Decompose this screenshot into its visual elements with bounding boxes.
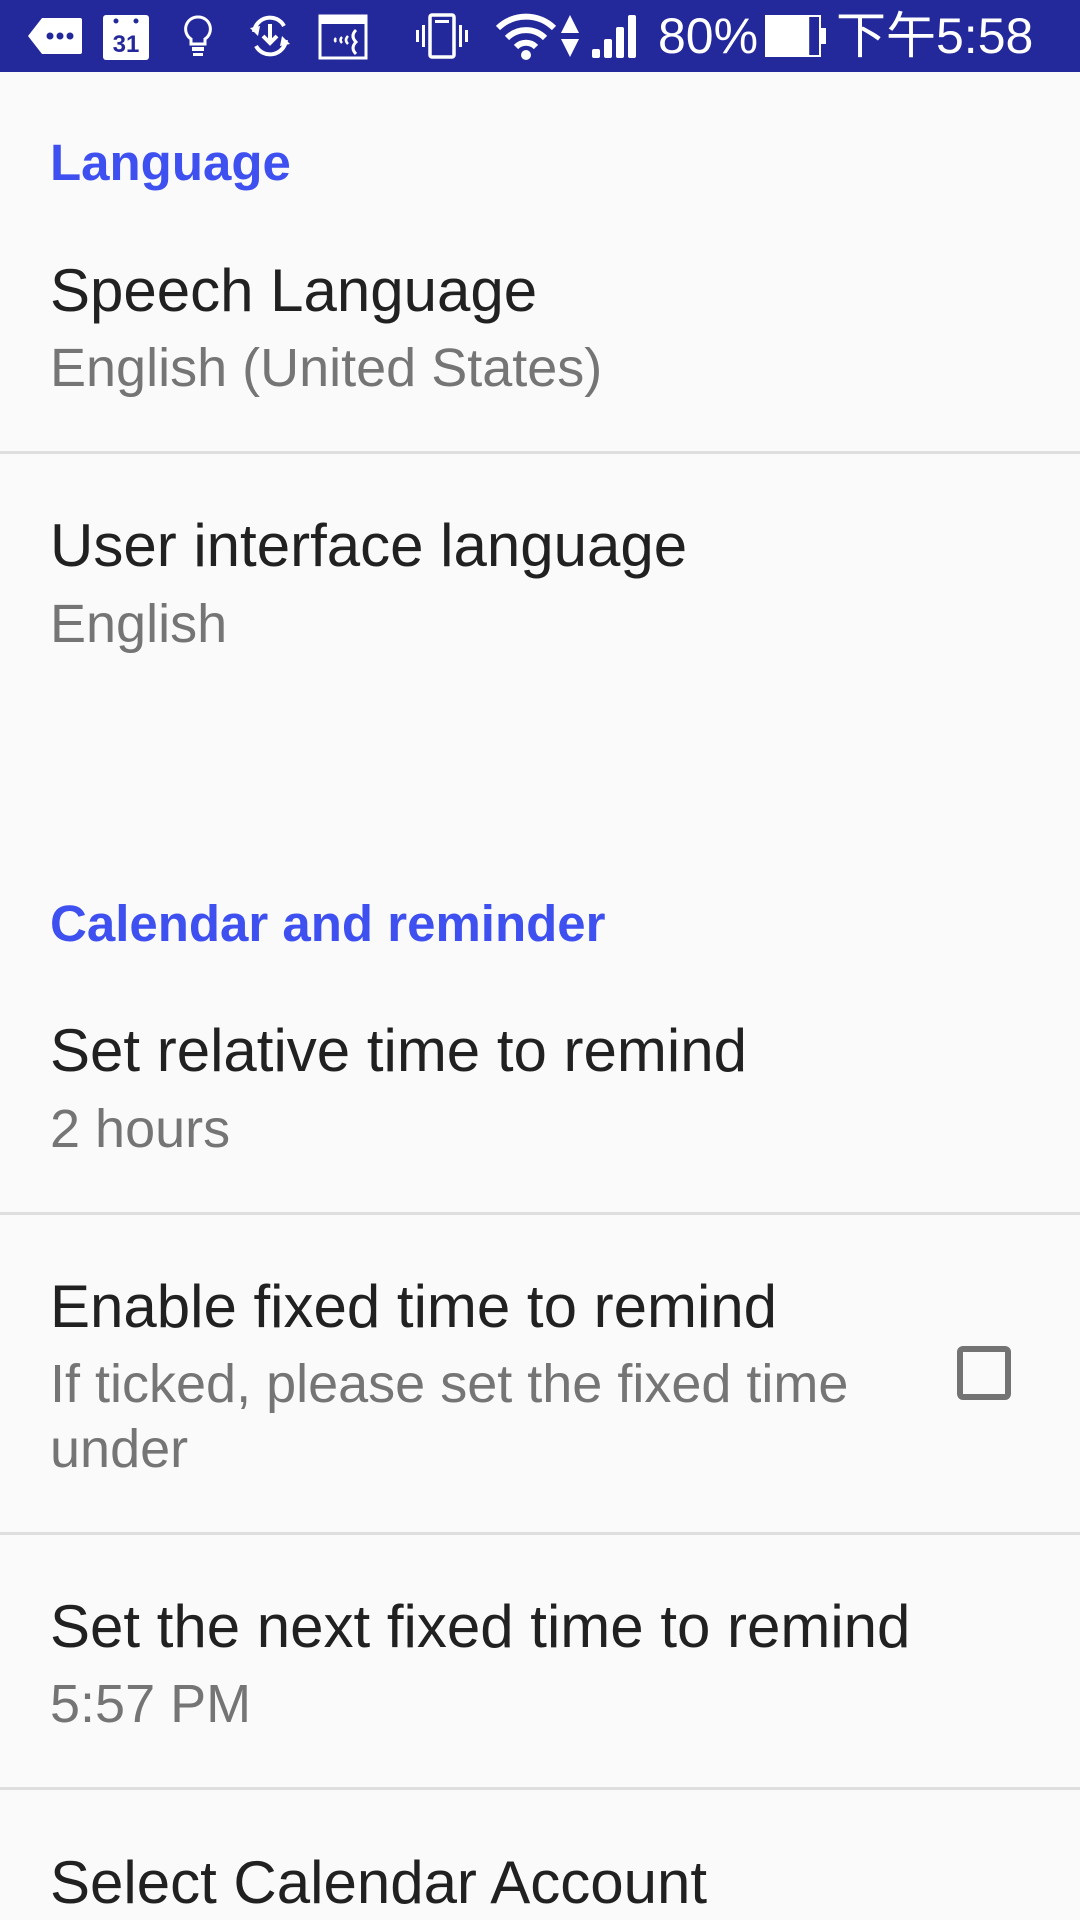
pref-speech-language-summary: English (United States) [50,338,603,398]
pref-relative-time-title: Set relative time to remind [50,1017,747,1084]
status-bar: 31 80% 下午5:58 [0,0,1080,72]
wifi-icon [494,0,558,72]
pref-next-fixed-time-title: Set the next fixed time to remind [50,1593,911,1660]
section-header-language: Language [50,134,291,191]
pref-enable-fixed-time-title: Enable fixed time to remind [50,1273,778,1340]
pref-relative-time-summary: 2 hours [50,1099,231,1159]
clock: 下午5:58 [836,8,1034,64]
sync-download-icon [248,0,292,72]
svg-text:31: 31 [113,31,140,58]
pref-speech-language[interactable] [0,220,1080,451]
signal-icon [591,0,637,72]
more-notifications-icon [28,0,82,72]
pref-next-fixed-time-summary: 5:57 PM [50,1674,252,1734]
data-arrows-icon [559,0,581,72]
lightbulb-icon [182,0,214,72]
section-header-calendar: Calendar and reminder [50,895,606,952]
vibrate-icon [415,0,469,72]
pref-ui-language-title: User interface language [50,512,688,579]
pref-next-fixed-time[interactable] [0,1535,1080,1787]
enable-fixed-time-checkbox[interactable] [957,1346,1011,1400]
pref-speech-language-title: Speech Language [50,257,538,324]
voice-calendar-icon [318,0,368,72]
pref-select-calendar-account-title: Select Calendar Account [50,1849,708,1916]
pref-enable-fixed-time-summary-line2: under [50,1419,189,1479]
calendar-icon: 31 [103,0,149,72]
battery-percent: 80% [658,8,759,64]
pref-ui-language-summary: English [50,594,228,654]
pref-enable-fixed-time-summary-line1: If ticked, please set the fixed time [50,1354,849,1414]
pref-relative-time[interactable] [0,980,1080,1212]
battery-icon [765,0,827,72]
